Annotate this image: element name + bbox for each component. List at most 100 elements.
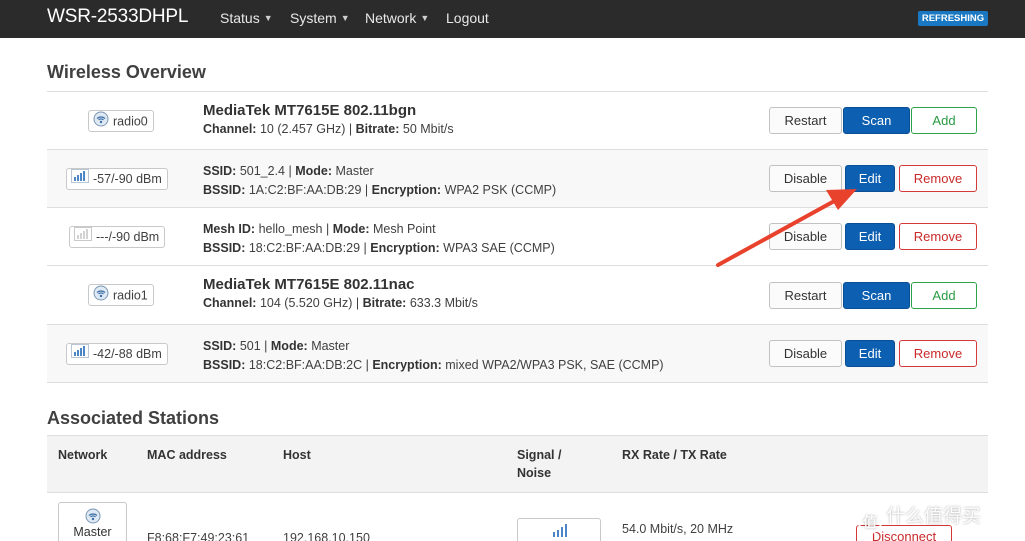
encryption-value: mixed WPA2/WPA3 PSK, SAE (CCMP) (445, 358, 664, 372)
top-navbar: WSR-2533DHPL Status ▼ System ▼ Network ▼ Lo… (0, 0, 1025, 38)
disable-button[interactable]: Disable (769, 223, 842, 250)
station-network-badge[interactable]: Master (58, 502, 127, 541)
ssid-label: SSID: (203, 164, 237, 178)
signal-value: -57/-90 dBm (93, 171, 162, 186)
network-row: -57/-90 dBm SSID: 501_2.4 | Mode: Master… (47, 150, 988, 208)
watermark-text: 什么值得买 (886, 506, 982, 527)
chevron-down-icon: ▼ (340, 13, 350, 23)
radio-name: radio0 (113, 113, 148, 128)
bitrate-label: Bitrate: (362, 296, 407, 310)
radio-info: MediaTek MT7615E 802.11nac Channel: 104 … (203, 276, 478, 310)
radio-name: radio1 (113, 288, 148, 303)
mode-label: Mode: (332, 222, 370, 236)
edit-button[interactable]: Edit (845, 165, 895, 192)
radio-model: MediaTek MT7615E 802.11nac (203, 276, 415, 293)
bssid-value: 1A:C2:BF:AA:DB:29 (248, 183, 362, 197)
ssid-value: 501_2.4 (239, 164, 286, 178)
wireless-overview-heading: Wireless Overview (47, 62, 206, 82)
nav-status[interactable]: Status ▼ (220, 10, 273, 26)
radio-chip[interactable]: radio1 (88, 284, 154, 306)
signal-chip[interactable]: ---/-90 dBm (69, 225, 166, 248)
mode-value: Master (335, 164, 374, 178)
mode-label: Mode: (295, 164, 333, 178)
mode-value: Mesh Point (373, 222, 436, 236)
add-button[interactable]: Add (911, 282, 977, 309)
restart-button[interactable]: Restart (769, 107, 842, 134)
nav-system[interactable]: System ▼ (290, 10, 350, 26)
mode-value: Master (311, 339, 350, 353)
disable-button[interactable]: Disable (769, 340, 842, 367)
bssid-label: BSSID: (203, 183, 246, 197)
radio-row: radio1 MediaTek MT7615E 802.11nac Channe… (47, 266, 988, 325)
nav-logout[interactable]: Logout (446, 10, 489, 26)
wifi-icon (93, 111, 109, 133)
scan-button[interactable]: Scan (843, 107, 910, 134)
channel-value: 104 (5.520 GHz) (259, 296, 353, 310)
nav-network-label: Network (365, 10, 417, 26)
scan-button[interactable]: Scan (843, 282, 910, 309)
mode-label: Mode: (270, 339, 308, 353)
col-network: Network (58, 448, 108, 462)
signal-strength-icon (71, 169, 89, 189)
station-host: 192.168.10.150 (283, 531, 370, 541)
col-mac-address: MAC address (147, 448, 227, 462)
col-host: Host (283, 448, 311, 462)
station-network-label: Master (73, 525, 112, 539)
bitrate-value: 50 Mbit/s (402, 122, 454, 136)
station-rate: 54.0 Mbit/s, 20 MHz (622, 522, 734, 536)
bssid-value: 18:C2:BF:AA:DB:2C (248, 358, 363, 372)
bssid-label: BSSID: (203, 358, 246, 372)
radio-info: MediaTek MT7615E 802.11bgn Channel: 10 (… (203, 102, 454, 136)
bitrate-label: Bitrate: (355, 122, 400, 136)
radio-model: MediaTek MT7615E 802.11bgn (203, 102, 417, 119)
wireless-overview-table: radio0 MediaTek MT7615E 802.11bgn Channe… (47, 91, 988, 383)
signal-chip[interactable]: -57/-90 dBm (66, 167, 168, 190)
encryption-label: Encryption: (371, 183, 442, 197)
wifi-icon (93, 285, 109, 307)
bssid-value: 18:C2:BF:AA:DB:29 (248, 241, 361, 255)
associated-stations-heading: Associated Stations (47, 408, 220, 428)
bitrate-value: 633.3 Mbit/s (409, 296, 478, 310)
brand-title[interactable]: WSR-2533DHPL (47, 6, 188, 28)
radio-chip[interactable]: radio0 (88, 109, 154, 133)
chevron-down-icon: ▼ (263, 13, 273, 23)
table-header: Network MAC address Host Signal / Noise … (47, 436, 988, 493)
station-mac: F8:68:F7:49:23:61 (147, 531, 250, 541)
encryption-label: Encryption: (372, 358, 442, 372)
network-row: ---/-90 dBm Mesh ID: hello_mesh | Mode: … (47, 208, 988, 266)
edit-button[interactable]: Edit (845, 223, 895, 250)
encryption-value: WPA2 PSK (CCMP) (444, 183, 557, 197)
remove-button[interactable]: Remove (899, 165, 977, 192)
signal-chip[interactable]: -42/-88 dBm (66, 342, 168, 365)
signal-strength-icon (71, 344, 89, 364)
chevron-down-icon: ▼ (420, 13, 430, 23)
ssid-value: 501 (239, 339, 261, 353)
remove-button[interactable]: Remove (899, 223, 977, 250)
add-button[interactable]: Add (911, 107, 977, 134)
disable-button[interactable]: Disable (769, 165, 842, 192)
edit-button[interactable]: Edit (845, 340, 895, 367)
channel-label: Channel: (203, 296, 257, 310)
channel-label: Channel: (203, 122, 257, 136)
network-info: Mesh ID: hello_mesh | Mode: Mesh Point B… (203, 222, 555, 255)
watermark-logo: 值 (858, 510, 882, 534)
signal-value: -42/-88 dBm (93, 346, 162, 361)
signal-strength-icon (553, 524, 567, 537)
remove-button[interactable]: Remove (899, 340, 977, 367)
watermark: 值什么值得买 (858, 501, 981, 534)
nav-system-label: System (290, 10, 337, 26)
nav-network[interactable]: Network ▼ (365, 10, 429, 26)
restart-button[interactable]: Restart (769, 282, 842, 309)
mesh-id-value: hello_mesh (258, 222, 323, 236)
refreshing-badge[interactable]: REFRESHING (918, 11, 988, 26)
associated-stations-table: Network MAC address Host Signal / Noise … (47, 435, 988, 541)
nav-status-label: Status (220, 10, 260, 26)
channel-value: 10 (2.457 GHz) (259, 122, 346, 136)
encryption-value: WPA3 SAE (CCMP) (443, 241, 555, 255)
col-signal-noise: Signal / Noise (517, 448, 562, 480)
network-row: -42/-88 dBm SSID: 501 | Mode: Master BSS… (47, 325, 988, 383)
station-signal (517, 518, 601, 541)
signal-none-icon (74, 227, 92, 247)
ssid-label: SSID: (203, 339, 237, 353)
bssid-label: BSSID: (203, 241, 246, 255)
